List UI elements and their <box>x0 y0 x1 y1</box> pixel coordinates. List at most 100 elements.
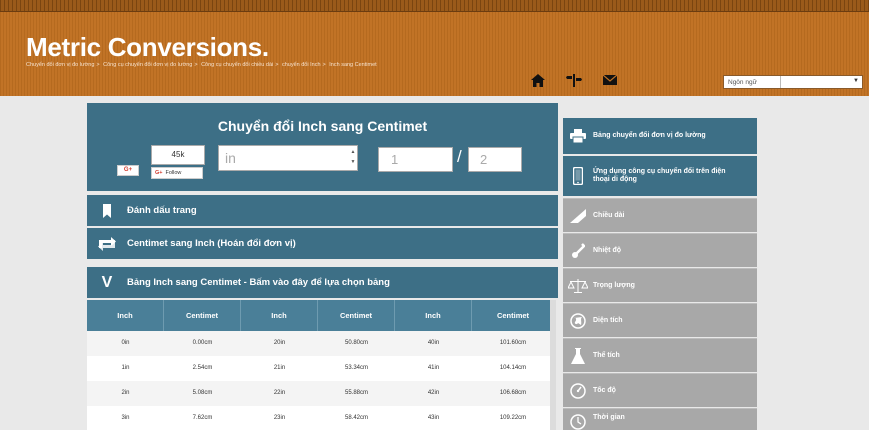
table-cell: 53.34cm <box>344 365 368 371</box>
table-scrollbar[interactable] <box>550 300 556 430</box>
mail-icon[interactable] <box>602 72 618 88</box>
conversion-table: Inch Centimet Inch Centimet Inch Centime… <box>87 300 556 430</box>
sidebar-item-label: Nhiệt độ <box>593 246 621 254</box>
sidebar-item-conversion-charts[interactable]: Bảng chuyển đổi đơn vị đo lường <box>563 118 757 154</box>
sidebar-item-label: Thể tích <box>593 351 620 359</box>
table-cell: 104.14cm <box>499 365 527 371</box>
fraction-denominator-input[interactable]: 2 <box>468 147 522 172</box>
breadcrumb-link[interactable]: Công cụ chuyển đổi chiều dài <box>201 62 273 68</box>
table-row: 0in 0.00cm 20in 50.80cm 40in 101.60cm <box>87 331 556 356</box>
table-select-label: Bảng Inch sang Centimet - Bấm vào đây để… <box>127 277 390 288</box>
site-title[interactable]: Metric Conversions. <box>26 32 269 63</box>
bookmark-icon <box>87 203 127 218</box>
table-select-bar[interactable]: V Bảng Inch sang Centimet - Bấm vào đây … <box>87 267 558 298</box>
table-cell: 55.88cm <box>344 390 368 396</box>
column-header: Centimet <box>318 300 395 331</box>
header-icon-bar <box>530 72 618 88</box>
sidebar-item-label: Diện tích <box>593 316 623 324</box>
table-cell: 43in <box>427 415 440 421</box>
column-header: Inch <box>87 300 164 331</box>
number-spinner[interactable]: ▲ ▼ <box>349 147 357 167</box>
table-cell: 0.00cm <box>192 340 213 346</box>
table-cell: 0in <box>121 340 130 346</box>
phone-icon <box>563 167 593 185</box>
table-cell: 2in <box>121 390 130 396</box>
sidebar-item-label: Tốc độ <box>593 386 616 394</box>
table-cell: 23in <box>273 415 286 421</box>
gplus-icon: G+ <box>155 170 163 176</box>
table-cell: 2.54cm <box>192 365 213 371</box>
share-count: 45k <box>151 145 205 165</box>
inch-input[interactable]: in <box>218 145 358 171</box>
table-cell: 50.80cm <box>344 340 368 346</box>
sidebar-item-label: Chiều dài <box>593 211 625 219</box>
sidebar-item-length[interactable]: Chiều dài <box>563 198 757 232</box>
gplus-button[interactable]: G+ <box>117 165 139 176</box>
follow-label: Follow <box>165 170 182 176</box>
column-header: Centimet <box>472 300 554 331</box>
flask-icon <box>563 347 593 364</box>
table-cell: 106.68cm <box>499 390 527 396</box>
sidebar-item-time[interactable]: Thời gian <box>563 408 757 430</box>
site-header: Metric Conversions. Chuyển đổi đơn vị đo… <box>0 0 869 96</box>
sidebar-item-label: Trọng lượng <box>593 281 635 289</box>
breadcrumb: Chuyển đổi đơn vị đo lường > Công cụ chuy… <box>26 62 377 68</box>
clock-icon <box>563 414 593 430</box>
speedometer-icon <box>563 382 593 399</box>
ruler-triangle-icon <box>563 208 593 223</box>
fraction-slash: / <box>457 147 462 166</box>
table-row: 3in 7.62cm 23in 58.42cm 43in 109.22cm <box>87 406 556 430</box>
sidebar-item-temperature[interactable]: Nhiệt độ <box>563 233 757 267</box>
table-cell: 101.60cm <box>499 340 527 346</box>
follow-button[interactable]: G+ Follow <box>151 167 203 179</box>
sidebar-item-mobile-app[interactable]: Ứng dụng công cụ chuyển đổi trên điện th… <box>563 156 757 196</box>
language-selector[interactable]: Ngôn ngữ ▼ <box>723 75 863 89</box>
sidebar-item-volume[interactable]: Thể tích <box>563 338 757 372</box>
breadcrumb-link[interactable]: Chuyển đổi đơn vị đo lường <box>26 62 94 68</box>
fraction-numerator-input[interactable]: 1 <box>378 147 453 172</box>
signpost-icon[interactable] <box>566 72 582 88</box>
sidebar-item-speed[interactable]: Tốc độ <box>563 373 757 407</box>
table-row: 2in 5.08cm 22in 55.88cm 42in 106.68cm <box>87 381 556 406</box>
table-cell: 41in <box>427 365 440 371</box>
breadcrumb-link[interactable]: Công cụ chuyển đổi đơn vị đo lường <box>103 62 192 68</box>
page-title: Chuyển đổi Inch sang Centimet <box>217 118 428 134</box>
table-cell: 1in <box>121 365 130 371</box>
converter-panel: Chuyển đổi Inch sang Centimet 45k G+ G+ … <box>87 103 558 191</box>
thermometer-icon <box>563 242 593 259</box>
sidebar-item-label: Bảng chuyển đổi đơn vị đo lường <box>593 132 706 139</box>
globe-icon <box>563 312 593 329</box>
table-header: Inch Centimet Inch Centimet Inch Centime… <box>87 300 556 331</box>
swap-icon <box>87 236 127 251</box>
column-header: Inch <box>241 300 318 331</box>
language-select[interactable]: ▼ <box>780 76 862 88</box>
swap-label: Centimet sang Inch (Hoán đổi đơn vị) <box>127 238 296 249</box>
chevron-down-icon[interactable]: ▼ <box>853 78 859 84</box>
sidebar-item-label: Thời gian <box>593 414 625 421</box>
table-cell: 58.42cm <box>344 415 368 421</box>
column-header: Centimet <box>164 300 241 331</box>
table-cell: 3in <box>121 415 130 421</box>
table-cell: 22in <box>273 390 286 396</box>
table-cell: 5.08cm <box>192 390 213 396</box>
language-label: Ngôn ngữ <box>728 78 757 86</box>
swap-units-bar[interactable]: Centimet sang Inch (Hoán đổi đơn vị) <box>87 228 558 259</box>
chevron-v-icon: V <box>101 273 113 291</box>
breadcrumb-link[interactable]: chuyển đổi Inch <box>282 62 321 68</box>
table-cell: 40in <box>427 340 440 346</box>
sidebar-item-area[interactable]: Diện tích <box>563 303 757 337</box>
printer-icon <box>563 129 593 143</box>
ruler-strip <box>0 0 869 12</box>
home-icon[interactable] <box>530 72 546 88</box>
table-row: 1in 2.54cm 21in 53.34cm 41in 104.14cm <box>87 356 556 381</box>
bookmark-bar[interactable]: Đánh dấu trang <box>87 195 558 226</box>
column-header: Inch <box>395 300 472 331</box>
scales-icon <box>563 278 593 293</box>
table-cell: 109.22cm <box>499 415 527 421</box>
sidebar-item-weight[interactable]: Trọng lượng <box>563 268 757 302</box>
breadcrumb-current: Inch sang Centimet <box>329 62 377 68</box>
sidebar-item-label: Ứng dụng công cụ chuyển đổi trên điện th… <box>593 168 726 183</box>
bookmark-label: Đánh dấu trang <box>127 205 197 216</box>
table-cell: 42in <box>427 390 440 396</box>
table-cell: 7.62cm <box>192 415 213 421</box>
